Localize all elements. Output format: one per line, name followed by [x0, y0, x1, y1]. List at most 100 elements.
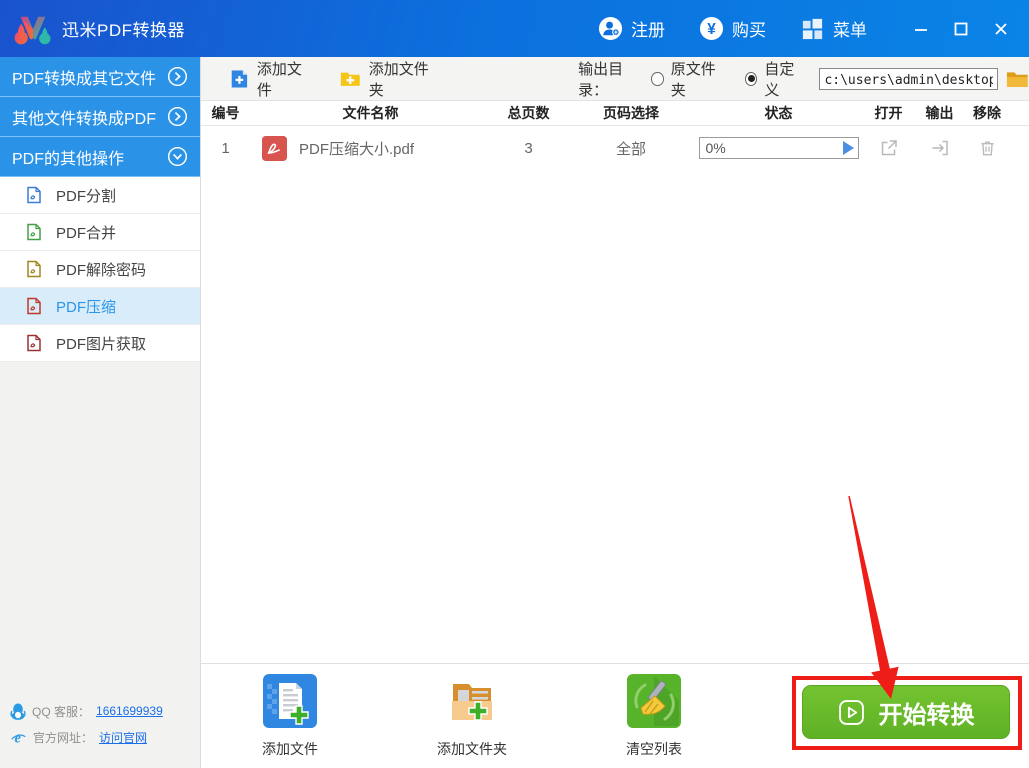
row-index: 1 [201, 140, 250, 157]
title-bar: 迅米PDF转换器 注册 ¥ 购买 [0, 0, 1029, 57]
sidebar-item-pdf-remove-password[interactable]: PDF解除密码 [0, 251, 200, 288]
sidebar: PDF转换成其它文件 其他文件转换成PDF PDF的其他操作 PDF分割 [0, 57, 201, 768]
bottom-add-file-button[interactable]: 添加文件 [235, 674, 345, 759]
progress-bar: 0% [699, 137, 859, 159]
add-folder-button[interactable]: 添加文件夹 [340, 58, 433, 100]
sidebar-item-pdf-compress[interactable]: PDF压缩 [0, 288, 200, 325]
minimize-button[interactable] [901, 0, 941, 57]
register-label: 注册 [631, 16, 665, 41]
bottom-clear-list-label: 清空列表 [599, 739, 709, 759]
sidebar-category-pdf-to-other[interactable]: PDF转换成其它文件 [0, 57, 200, 97]
pdf-doc-icon [26, 260, 42, 278]
qq-service-label: QQ 客服： [32, 703, 90, 720]
header-remove: 移除 [963, 103, 1011, 123]
progress-value: 0% [700, 140, 843, 156]
row-page-select[interactable]: 全部 [566, 138, 696, 159]
radio-custom[interactable] [745, 72, 757, 86]
header-output: 输出 [916, 103, 963, 123]
svg-text:e: e [14, 731, 21, 746]
register-button[interactable]: 注册 [598, 16, 665, 41]
app-logo-icon [12, 8, 54, 50]
add-file-button[interactable]: 添加文件 [230, 58, 308, 100]
row-output-button[interactable] [916, 138, 963, 158]
chevron-right-circle-icon [167, 106, 188, 127]
bottom-add-folder-button[interactable]: 添加文件夹 [417, 674, 527, 759]
visit-website-link[interactable]: 访问官网 [99, 729, 147, 746]
header-pages: 总页数 [491, 103, 566, 123]
register-user-icon [598, 16, 623, 41]
add-file-icon [230, 68, 249, 90]
header-filename: 文件名称 [250, 103, 491, 123]
grid-menu-icon [800, 16, 825, 41]
bottom-clear-list-button[interactable]: 清空列表 [599, 674, 709, 759]
header-status: 状态 [696, 103, 861, 123]
export-icon [930, 138, 950, 158]
app-title: 迅米PDF转换器 [62, 16, 185, 41]
qq-icon [10, 702, 26, 720]
add-folder-big-icon [445, 674, 499, 728]
start-convert-label: 开始转换 [879, 695, 975, 730]
header-index: 编号 [201, 103, 250, 123]
sidebar-item-pdf-split[interactable]: PDF分割 [0, 177, 200, 214]
header-page-select: 页码选择 [566, 103, 696, 123]
row-remove-button[interactable] [963, 138, 1011, 158]
buy-button[interactable]: ¥ 购买 [699, 16, 766, 41]
pdf-doc-icon [26, 186, 42, 204]
start-convert-button[interactable]: 开始转换 [802, 685, 1010, 739]
open-external-icon [879, 138, 899, 158]
bottom-action-bar: 添加文件 添加文件夹 [201, 663, 1029, 768]
bottom-add-folder-label: 添加文件夹 [417, 739, 527, 759]
pdf-doc-icon [26, 223, 42, 241]
add-folder-label: 添加文件夹 [369, 58, 433, 100]
sidebar-category-pdf-other-ops[interactable]: PDF的其他操作 [0, 137, 200, 177]
sidebar-item-pdf-extract-images[interactable]: PDF图片获取 [0, 325, 200, 362]
support-info: QQ 客服： 1661699939 e 官方网址： 访问官网 [10, 693, 163, 746]
add-file-big-icon [263, 674, 317, 728]
chevron-down-circle-icon [167, 146, 188, 167]
svg-text:¥: ¥ [707, 21, 716, 38]
radio-original-label[interactable]: 原文件夹 [671, 58, 723, 100]
table-header: 编号 文件名称 总页数 页码选择 状态 打开 输出 移除 [201, 101, 1029, 126]
row-filename: PDF压缩大小.pdf [299, 138, 414, 159]
table-row: 1 PDF压缩大小.pdf 3 全部 0% [201, 126, 1029, 170]
clear-list-broom-icon [627, 674, 681, 728]
radio-original-folder[interactable] [651, 72, 663, 86]
pdf-doc-icon [26, 334, 42, 352]
qq-number-link[interactable]: 1661699939 [96, 704, 163, 718]
trash-icon [978, 138, 997, 158]
sidebar-item-label: PDF分割 [56, 185, 116, 206]
toolbar: 添加文件 添加文件夹 输出目录： 原文件夹 自定义 [201, 57, 1029, 101]
header-open: 打开 [861, 103, 916, 123]
pdf-doc-icon [26, 297, 42, 315]
sidebar-item-label: PDF图片获取 [56, 333, 146, 354]
bottom-add-file-label: 添加文件 [235, 739, 345, 759]
row-pages: 3 [491, 140, 566, 157]
menu-button[interactable]: 菜单 [800, 16, 867, 41]
category-label: PDF转换成其它文件 [12, 65, 167, 89]
radio-custom-label[interactable]: 自定义 [764, 58, 803, 100]
add-file-label: 添加文件 [257, 58, 308, 100]
sidebar-item-pdf-merge[interactable]: PDF合并 [0, 214, 200, 251]
category-label: PDF的其他操作 [12, 145, 167, 169]
website-label: 官方网址： [33, 729, 93, 746]
sidebar-item-label: PDF合并 [56, 222, 116, 243]
chevron-right-circle-icon [167, 66, 188, 87]
output-dir-label: 输出目录： [578, 58, 643, 100]
sidebar-item-label: PDF压缩 [56, 296, 116, 317]
sidebar-category-other-to-pdf[interactable]: 其他文件转换成PDF [0, 97, 200, 137]
row-open-button[interactable] [861, 138, 916, 158]
close-button[interactable] [981, 0, 1021, 57]
browser-e-icon: e [10, 729, 27, 746]
play-icon [838, 699, 865, 726]
add-folder-icon [340, 69, 361, 89]
yuan-icon: ¥ [699, 16, 724, 41]
maximize-button[interactable] [941, 0, 981, 57]
buy-label: 购买 [732, 16, 766, 41]
pdf-file-icon [262, 136, 287, 161]
sidebar-item-label: PDF解除密码 [56, 259, 146, 280]
browse-folder-icon[interactable] [1006, 68, 1029, 90]
main-area: 添加文件 添加文件夹 输出目录： 原文件夹 自定义 编号 文件名称 总页数 页码… [201, 57, 1029, 768]
progress-play-icon [843, 141, 854, 155]
menu-label: 菜单 [833, 16, 867, 41]
output-path-input[interactable] [819, 68, 998, 90]
